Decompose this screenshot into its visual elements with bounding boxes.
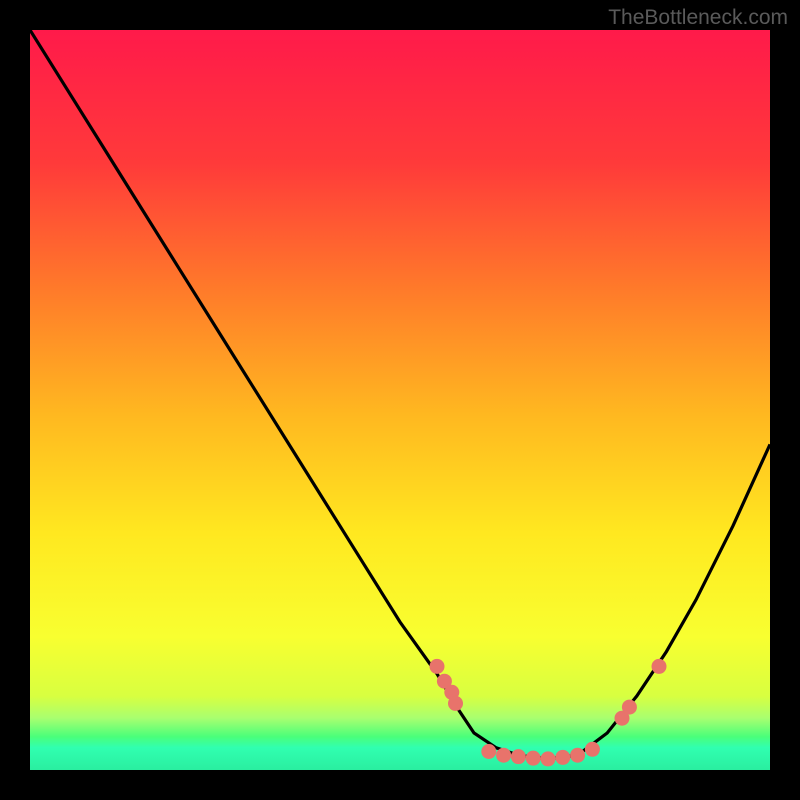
data-point-marker <box>555 750 570 765</box>
data-point-marker <box>585 742 600 757</box>
data-point-marker <box>481 744 496 759</box>
data-point-marker <box>541 751 556 766</box>
data-point-marker <box>652 659 667 674</box>
data-point-marker <box>511 749 526 764</box>
chart-curve <box>30 30 770 770</box>
data-point-marker <box>448 696 463 711</box>
watermark-text: TheBottleneck.com <box>608 6 788 30</box>
data-point-marker <box>430 659 445 674</box>
data-point-marker <box>526 751 541 766</box>
chart-plot-area <box>30 30 770 770</box>
data-point-marker <box>570 748 585 763</box>
data-point-marker <box>496 748 511 763</box>
data-point-marker <box>622 700 637 715</box>
